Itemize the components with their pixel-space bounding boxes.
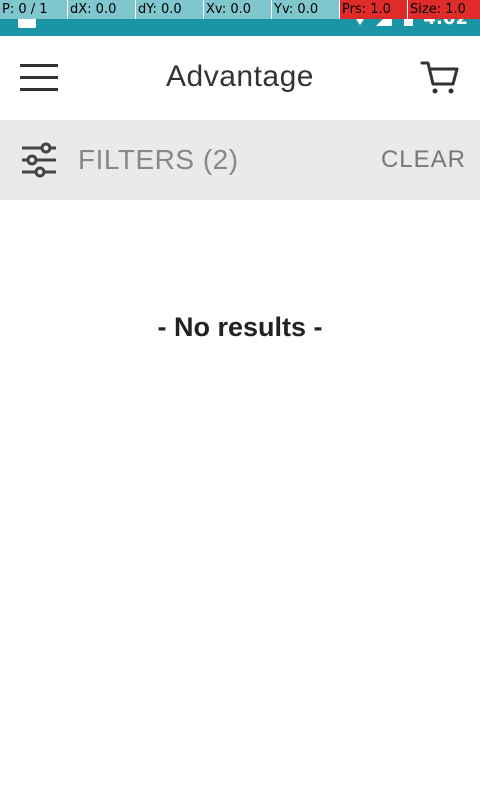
sliders-icon[interactable] bbox=[20, 142, 58, 178]
filters-bar: FILTERS (2) CLEAR bbox=[0, 120, 480, 200]
app-bar: Advantage bbox=[0, 36, 480, 120]
debug-pointer: P: 0 / 1 bbox=[0, 0, 68, 19]
empty-results-message: - No results - bbox=[157, 312, 323, 342]
debug-dx: dX: 0.0 bbox=[68, 0, 136, 19]
debug-size: Size: 1.0 bbox=[408, 0, 480, 19]
debug-yv: Yv: 0.0 bbox=[272, 0, 340, 19]
shopping-cart-icon[interactable] bbox=[420, 58, 460, 96]
clear-filters-button[interactable]: CLEAR bbox=[381, 146, 466, 174]
debug-prs: Prs: 1.0 bbox=[340, 0, 408, 19]
debug-dy: dY: 0.0 bbox=[136, 0, 204, 19]
debug-xv: Xv: 0.0 bbox=[204, 0, 272, 19]
page-title: Advantage bbox=[166, 60, 314, 93]
filters-toggle[interactable]: FILTERS (2) bbox=[78, 144, 239, 176]
pointer-debug-overlay: P: 0 / 1 dX: 0.0 dY: 0.0 Xv: 0.0 Yv: 0.0… bbox=[0, 0, 480, 19]
